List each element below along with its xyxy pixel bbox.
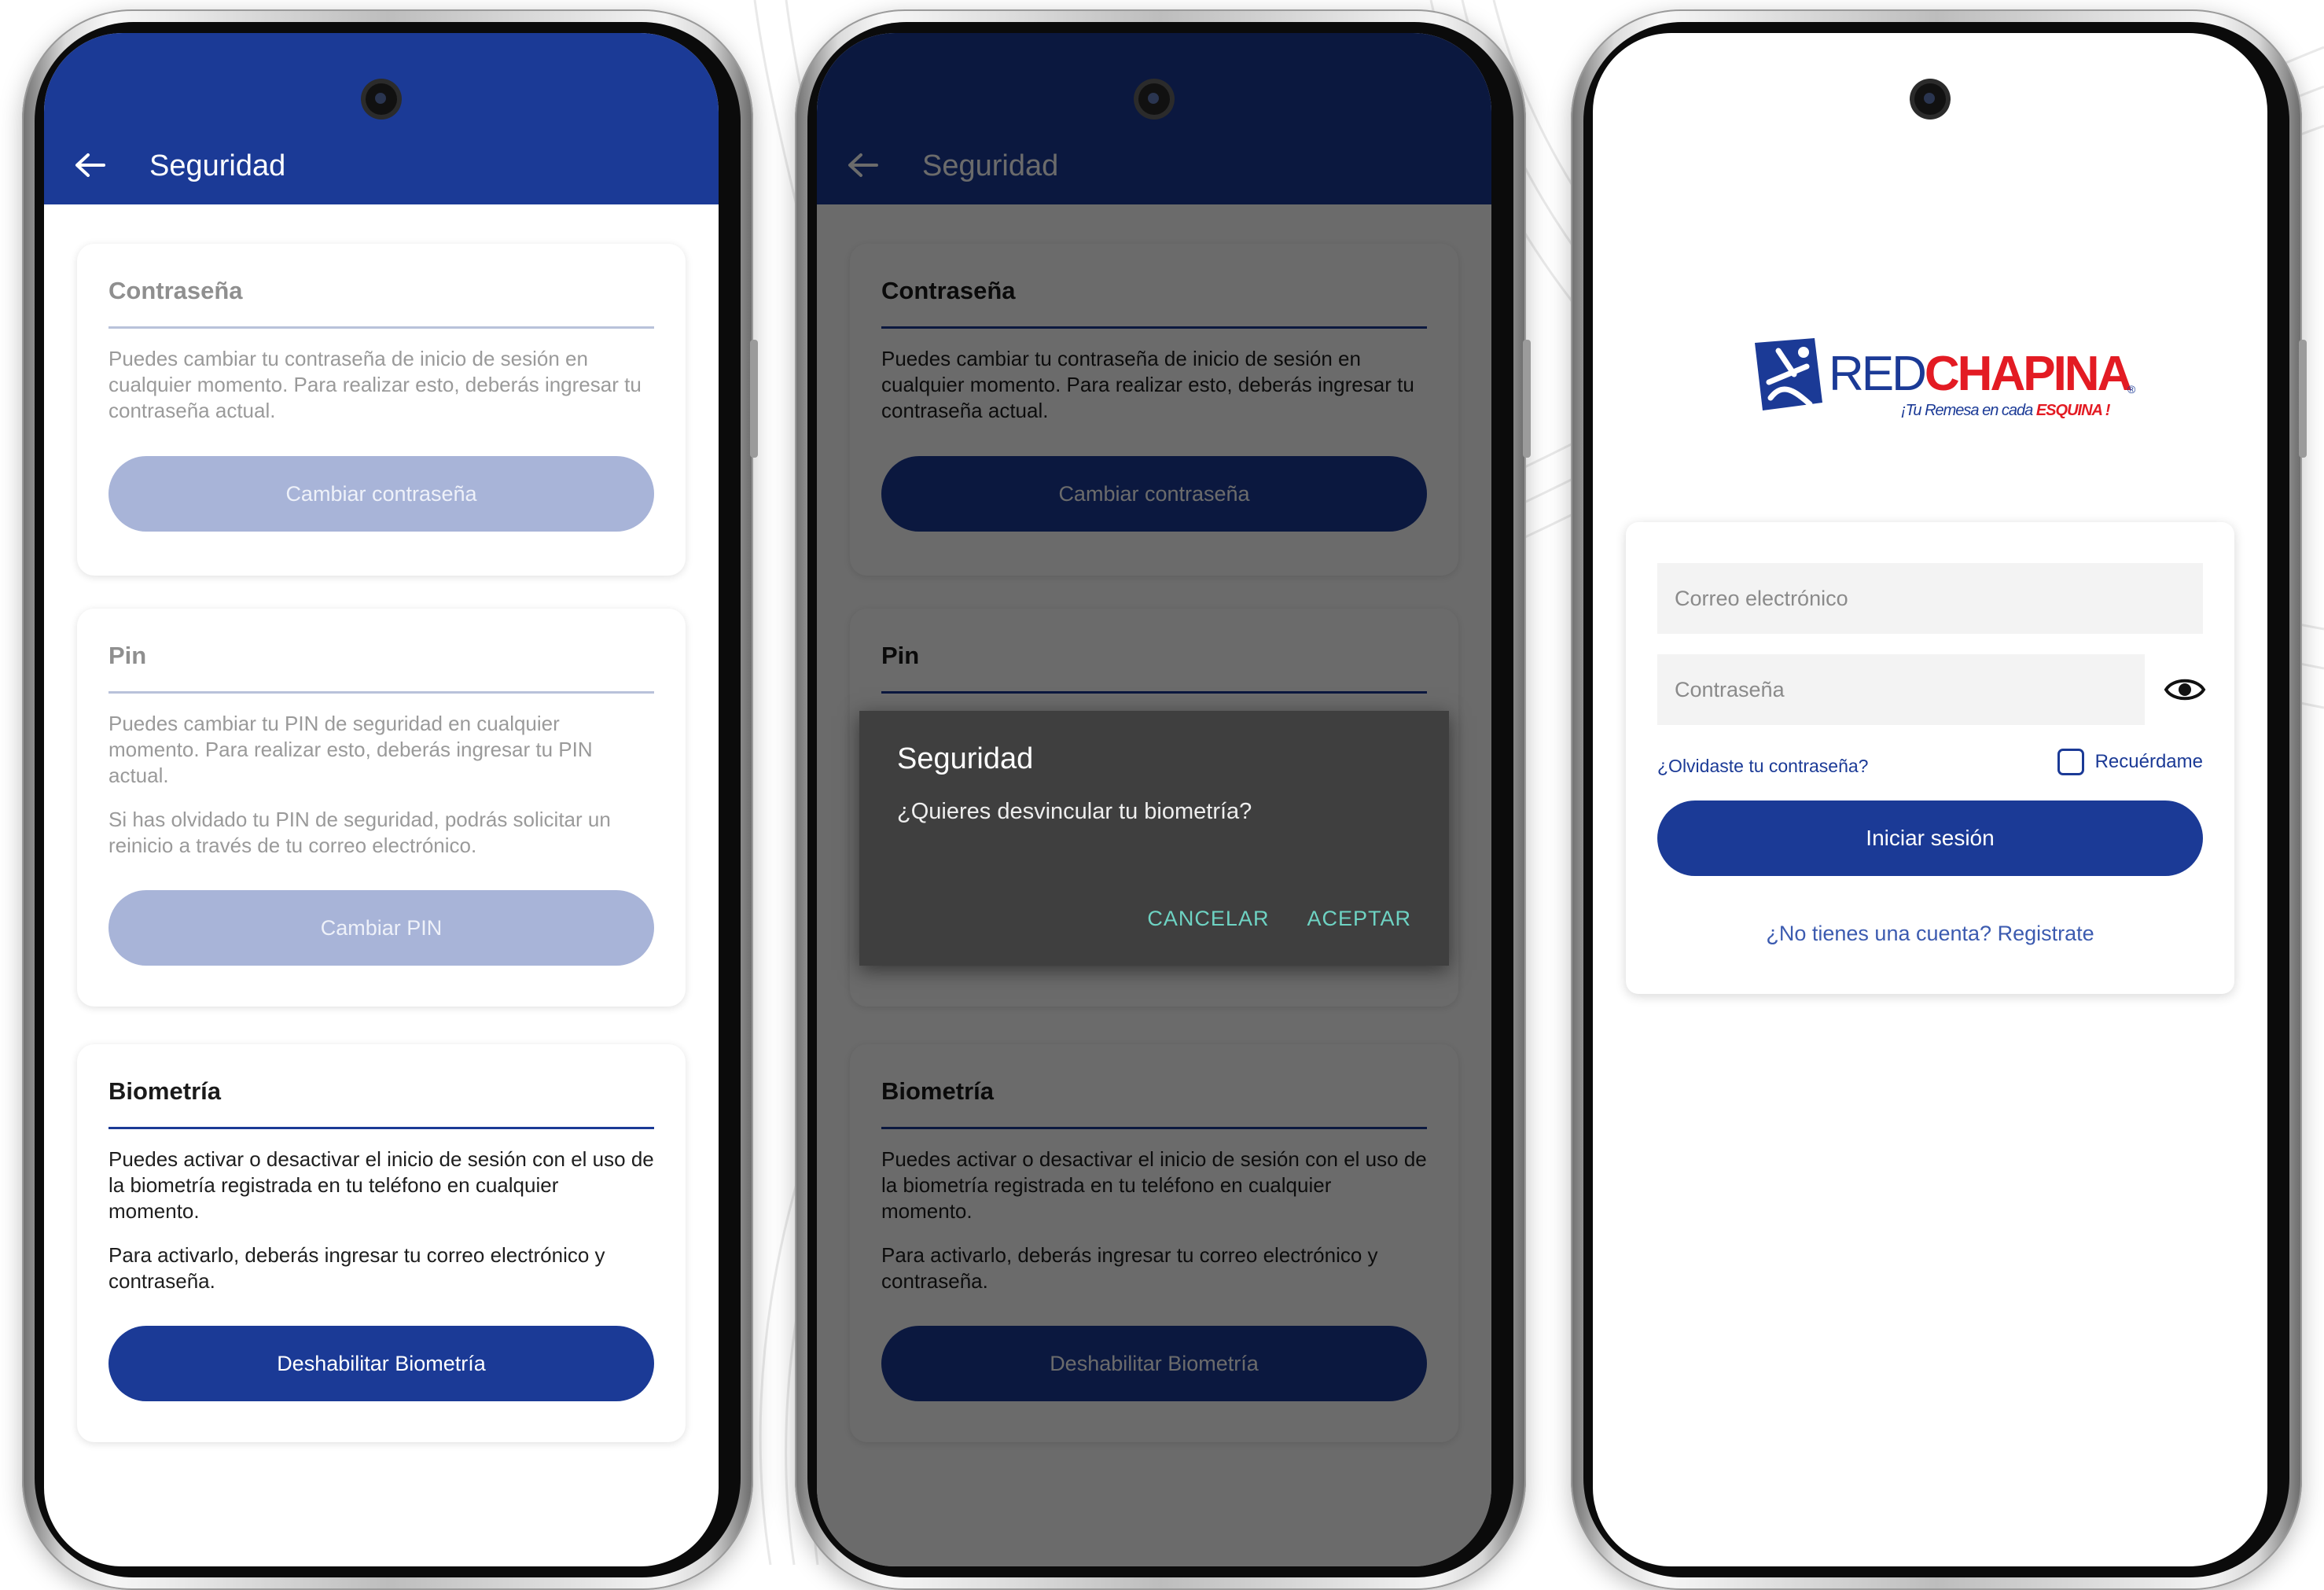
biometric-card: Biometría Puedes activar o desactivar el… xyxy=(77,1044,686,1442)
register-link[interactable]: ¿No tienes una cuenta? Registrate xyxy=(1626,922,2234,946)
card-title: Pin xyxy=(108,642,147,669)
email-field[interactable] xyxy=(1657,563,2203,634)
dialog-actions: CANCELAR ACEPTAR xyxy=(1147,907,1411,931)
arrow-left-icon[interactable] xyxy=(74,153,105,178)
logo-tagline-emphasis: ESQUINA ! xyxy=(2036,402,2111,419)
svg-text:REDCHAPINA: REDCHAPINA xyxy=(1829,347,2132,401)
remember-me[interactable]: Recuérdame xyxy=(2057,749,2203,775)
phone-side-button xyxy=(1523,340,1531,458)
card-description: Puedes cambiar tu PIN de seguridad en cu… xyxy=(108,712,593,787)
pin-card: Pin Puedes cambiar tu PIN de seguridad e… xyxy=(77,609,686,1007)
change-pin-button[interactable]: Cambiar PIN xyxy=(108,890,654,966)
forgot-password-link[interactable]: ¿Olvidaste tu contraseña? xyxy=(1657,756,1868,777)
dialog-message: ¿Quieres desvincular tu biometría? xyxy=(897,799,1252,824)
card-divider xyxy=(108,1127,654,1129)
logo-red-word: RED xyxy=(1829,347,1925,401)
phone-side-button xyxy=(750,340,758,458)
login-form-card: ¿Olvidaste tu contraseña? Recuérdame Ini… xyxy=(1626,522,2234,994)
logo-chapina-word: CHAPINA xyxy=(1925,347,2132,401)
security-screen: Seguridad Contraseña Puedes cambiar tu c… xyxy=(44,33,719,1566)
security-content: Contraseña Puedes cambiar tu contraseña … xyxy=(44,204,719,1442)
front-camera xyxy=(1914,83,1946,115)
front-camera xyxy=(366,83,397,115)
card-description-secondary: Para activarlo, deberás ingresar tu corr… xyxy=(108,1243,605,1293)
card-description-secondary: Si has olvidado tu PIN de seguridad, pod… xyxy=(108,808,611,857)
change-password-button[interactable]: Cambiar contraseña xyxy=(108,456,654,532)
phone-frame-login: REDCHAPINA ® ¡Tu Remesa en cada ESQUINA … xyxy=(1571,9,2307,1590)
logo-registered-mark: ® xyxy=(2127,383,2136,396)
password-field[interactable] xyxy=(1657,654,2206,725)
logo-tagline: ¡Tu Remesa en cada xyxy=(1901,402,2036,419)
password-input[interactable] xyxy=(1673,676,2145,703)
phone-frame-dialog: Seguridad Contraseña Puedes cambiar tu c… xyxy=(795,9,1531,1590)
eye-icon[interactable] xyxy=(2164,672,2206,708)
security-screen-with-dialog: Seguridad Contraseña Puedes cambiar tu c… xyxy=(817,33,1491,1566)
redchapina-logo: REDCHAPINA ® ¡Tu Remesa en cada ESQUINA … xyxy=(1755,338,2136,419)
remember-me-label: Recuérdame xyxy=(2094,751,2203,772)
card-divider xyxy=(108,326,654,329)
logo-emblem-icon xyxy=(1755,338,1822,410)
disable-biometrics-button[interactable]: Deshabilitar Biometría xyxy=(108,1326,654,1401)
svg-text:¡Tu Remesa en cada ESQUINA !: ¡Tu Remesa en cada ESQUINA ! xyxy=(1901,402,2111,419)
app-header: Seguridad xyxy=(44,33,719,204)
cancel-button[interactable]: CANCELAR xyxy=(1147,907,1269,931)
accept-button[interactable]: ACEPTAR xyxy=(1307,907,1411,931)
email-input[interactable] xyxy=(1673,585,2203,612)
card-description: Puedes activar o desactivar el inicio de… xyxy=(108,1147,654,1223)
password-card: Contraseña Puedes cambiar tu contraseña … xyxy=(77,244,686,576)
card-title: Biometría xyxy=(108,1077,221,1105)
card-divider xyxy=(108,691,654,694)
remember-me-checkbox[interactable] xyxy=(2057,749,2084,775)
login-button[interactable]: Iniciar sesión xyxy=(1657,801,2203,876)
unlink-biometrics-dialog: Seguridad ¿Quieres desvincular tu biomet… xyxy=(859,711,1449,966)
card-description: Puedes cambiar tu contraseña de inicio d… xyxy=(108,347,642,422)
front-camera xyxy=(1138,83,1170,115)
login-screen: REDCHAPINA ® ¡Tu Remesa en cada ESQUINA … xyxy=(1593,33,2267,1566)
page-title: Seguridad xyxy=(149,149,286,182)
card-title: Contraseña xyxy=(108,277,243,304)
phone-side-button xyxy=(2299,340,2307,458)
dialog-title: Seguridad xyxy=(897,742,1034,775)
phone-frame-security: Seguridad Contraseña Puedes cambiar tu c… xyxy=(22,9,758,1590)
